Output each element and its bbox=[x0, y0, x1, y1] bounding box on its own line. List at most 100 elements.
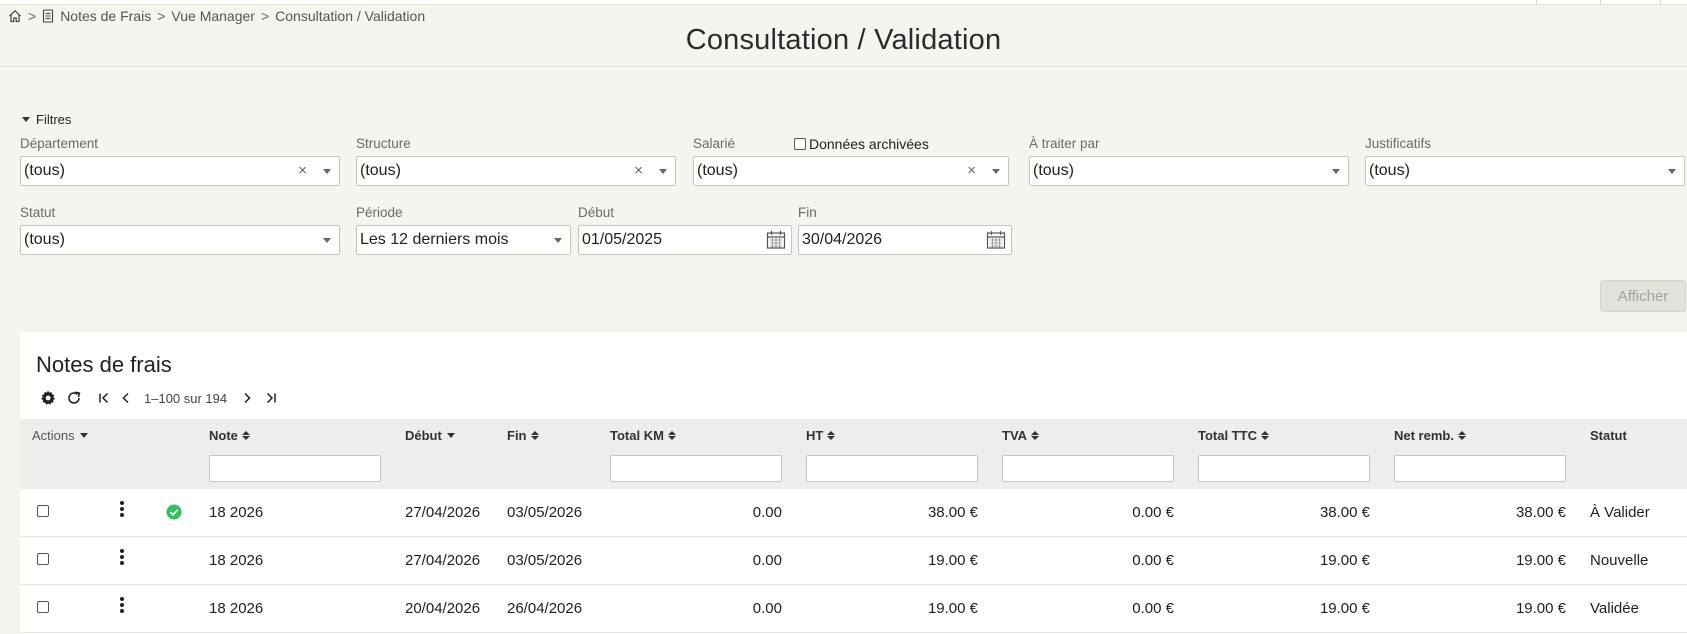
dropdown-arrow-icon[interactable] bbox=[554, 238, 562, 243]
total-km-filter-input[interactable] bbox=[610, 455, 782, 482]
justificatifs-select[interactable]: (tous) bbox=[1365, 156, 1685, 186]
table-row[interactable]: 18 2026 27/04/2026 03/05/2026 0.00 38.00… bbox=[20, 489, 1687, 537]
salarie-select[interactable]: (tous) × bbox=[693, 156, 1009, 186]
total-ttc-filter-input[interactable] bbox=[1198, 455, 1370, 482]
dropdown-arrow-icon[interactable] bbox=[323, 238, 331, 243]
column-ht[interactable]: HT bbox=[806, 428, 836, 443]
fin-date-input[interactable]: 30/04/2026 bbox=[798, 225, 1012, 255]
structure-select[interactable]: (tous) × bbox=[356, 156, 676, 186]
filters-toggle-label: Filtres bbox=[36, 112, 72, 127]
statut-value: (tous) bbox=[24, 231, 65, 248]
caret-down-icon bbox=[22, 117, 30, 122]
row-checkbox[interactable] bbox=[37, 601, 49, 613]
cell-ht: 19.00 € bbox=[927, 600, 978, 617]
column-debut-label: Début bbox=[405, 428, 442, 443]
column-net-remb-label: Net remb. bbox=[1394, 428, 1454, 443]
kebab-menu-icon[interactable] bbox=[120, 549, 124, 567]
afficher-button[interactable]: Afficher bbox=[1600, 280, 1686, 312]
cell-total-km: 0.00 bbox=[752, 504, 782, 521]
periode-select[interactable]: Les 12 derniers mois bbox=[356, 225, 571, 255]
page-title: Consultation / Validation bbox=[685, 24, 1002, 56]
dropdown-arrow-icon[interactable] bbox=[992, 169, 1000, 174]
kebab-menu-icon[interactable] bbox=[120, 597, 124, 615]
cell-net-remb: 19.00 € bbox=[1515, 552, 1566, 569]
a-traiter-par-value: (tous) bbox=[1033, 162, 1074, 179]
justificatifs-label: Justificatifs bbox=[1365, 136, 1432, 151]
table-row[interactable]: 18 2026 20/04/2026 26/04/2026 0.00 19.00… bbox=[20, 585, 1687, 633]
cell-statut: À Valider bbox=[1590, 504, 1650, 521]
row-checkbox[interactable] bbox=[37, 553, 49, 565]
dropdown-arrow-icon[interactable] bbox=[659, 169, 667, 174]
top-bar bbox=[0, 0, 1687, 5]
table-row[interactable]: 18 2026 27/04/2026 03/05/2026 0.00 19.00… bbox=[20, 537, 1687, 585]
a-traiter-par-select[interactable]: (tous) bbox=[1029, 156, 1349, 186]
grid-header: Actions Note Début Fin Total KM HT TVA T… bbox=[20, 419, 1687, 489]
cell-total-km: 0.00 bbox=[752, 600, 782, 617]
top-bar-divider bbox=[1660, 0, 1661, 5]
column-debut[interactable]: Début bbox=[405, 428, 455, 443]
fin-label: Fin bbox=[798, 205, 817, 220]
sort-icon bbox=[1260, 431, 1269, 440]
column-actions[interactable]: Actions bbox=[32, 428, 88, 443]
next-page-icon[interactable] bbox=[241, 392, 253, 404]
column-tva[interactable]: TVA bbox=[1002, 428, 1040, 443]
net-remb-filter-input[interactable] bbox=[1394, 455, 1566, 482]
salarie-value: (tous) bbox=[697, 162, 738, 179]
salarie-label: Salarié bbox=[693, 136, 736, 151]
archive-option[interactable]: Données archivées bbox=[794, 136, 929, 152]
sort-icon bbox=[530, 431, 539, 440]
calendar-icon[interactable] bbox=[766, 230, 786, 255]
statut-select[interactable]: (tous) bbox=[20, 225, 340, 255]
breadcrumb-vue-manager[interactable]: Vue Manager bbox=[171, 8, 255, 24]
refresh-icon[interactable] bbox=[66, 390, 82, 406]
calendar-icon[interactable] bbox=[986, 230, 1006, 255]
note-filter-input[interactable] bbox=[209, 455, 381, 482]
cell-note[interactable]: 18 2026 bbox=[209, 552, 263, 569]
ht-filter-input[interactable] bbox=[806, 455, 978, 482]
column-net-remb[interactable]: Net remb. bbox=[1394, 428, 1466, 443]
grid-toolbar: 1–100 sur 194 bbox=[40, 389, 277, 407]
column-total-km[interactable]: Total KM bbox=[610, 428, 676, 443]
breadcrumb-notes-de-frais[interactable]: Notes de Frais bbox=[60, 8, 151, 24]
column-statut[interactable]: Statut bbox=[1590, 428, 1627, 443]
cell-ht: 19.00 € bbox=[927, 552, 978, 569]
dropdown-arrow-icon[interactable] bbox=[323, 169, 331, 174]
column-total-ttc[interactable]: Total TTC bbox=[1198, 428, 1269, 443]
cell-note[interactable]: 18 2026 bbox=[209, 504, 263, 521]
pager-text: 1–100 sur 194 bbox=[144, 390, 228, 406]
column-fin[interactable]: Fin bbox=[507, 428, 539, 443]
periode-value: Les 12 derniers mois bbox=[360, 231, 509, 248]
filters-toggle[interactable]: Filtres bbox=[22, 112, 71, 127]
breadcrumb-current: Consultation / Validation bbox=[275, 8, 426, 24]
cell-total-ttc: 19.00 € bbox=[1319, 600, 1370, 617]
clear-icon[interactable]: × bbox=[634, 162, 643, 179]
debut-date-input[interactable]: 01/05/2025 bbox=[578, 225, 792, 255]
archive-checkbox[interactable] bbox=[794, 138, 806, 150]
column-note[interactable]: Note bbox=[209, 428, 250, 443]
column-tva-label: TVA bbox=[1002, 428, 1028, 443]
clear-icon[interactable]: × bbox=[967, 162, 976, 179]
prev-page-icon[interactable] bbox=[120, 392, 132, 404]
cell-debut: 27/04/2026 bbox=[405, 552, 481, 569]
tva-filter-input[interactable] bbox=[1002, 455, 1174, 482]
clear-icon[interactable]: × bbox=[298, 162, 307, 179]
cell-statut: Nouvelle bbox=[1590, 552, 1649, 569]
dropdown-arrow-icon[interactable] bbox=[1332, 169, 1340, 174]
breadcrumb-separator: > bbox=[260, 8, 270, 24]
last-page-icon[interactable] bbox=[265, 392, 277, 404]
sort-icon bbox=[241, 431, 250, 440]
cell-note[interactable]: 18 2026 bbox=[209, 600, 263, 617]
first-page-icon[interactable] bbox=[98, 392, 110, 404]
departement-select[interactable]: (tous) × bbox=[20, 156, 340, 186]
dropdown-arrow-icon[interactable] bbox=[1668, 169, 1676, 174]
justificatifs-value: (tous) bbox=[1369, 162, 1410, 179]
row-checkbox[interactable] bbox=[37, 505, 49, 517]
settings-icon[interactable] bbox=[40, 390, 56, 406]
home-icon[interactable] bbox=[8, 9, 22, 23]
kebab-menu-icon[interactable] bbox=[120, 501, 124, 519]
periode-label: Période bbox=[356, 205, 403, 220]
column-total-ttc-label: Total TTC bbox=[1198, 428, 1257, 443]
cell-total-km: 0.00 bbox=[752, 552, 782, 569]
column-statut-label: Statut bbox=[1590, 428, 1627, 443]
notes-grid-panel: Notes de frais 1–100 sur 194 Actions Not… bbox=[20, 332, 1687, 634]
